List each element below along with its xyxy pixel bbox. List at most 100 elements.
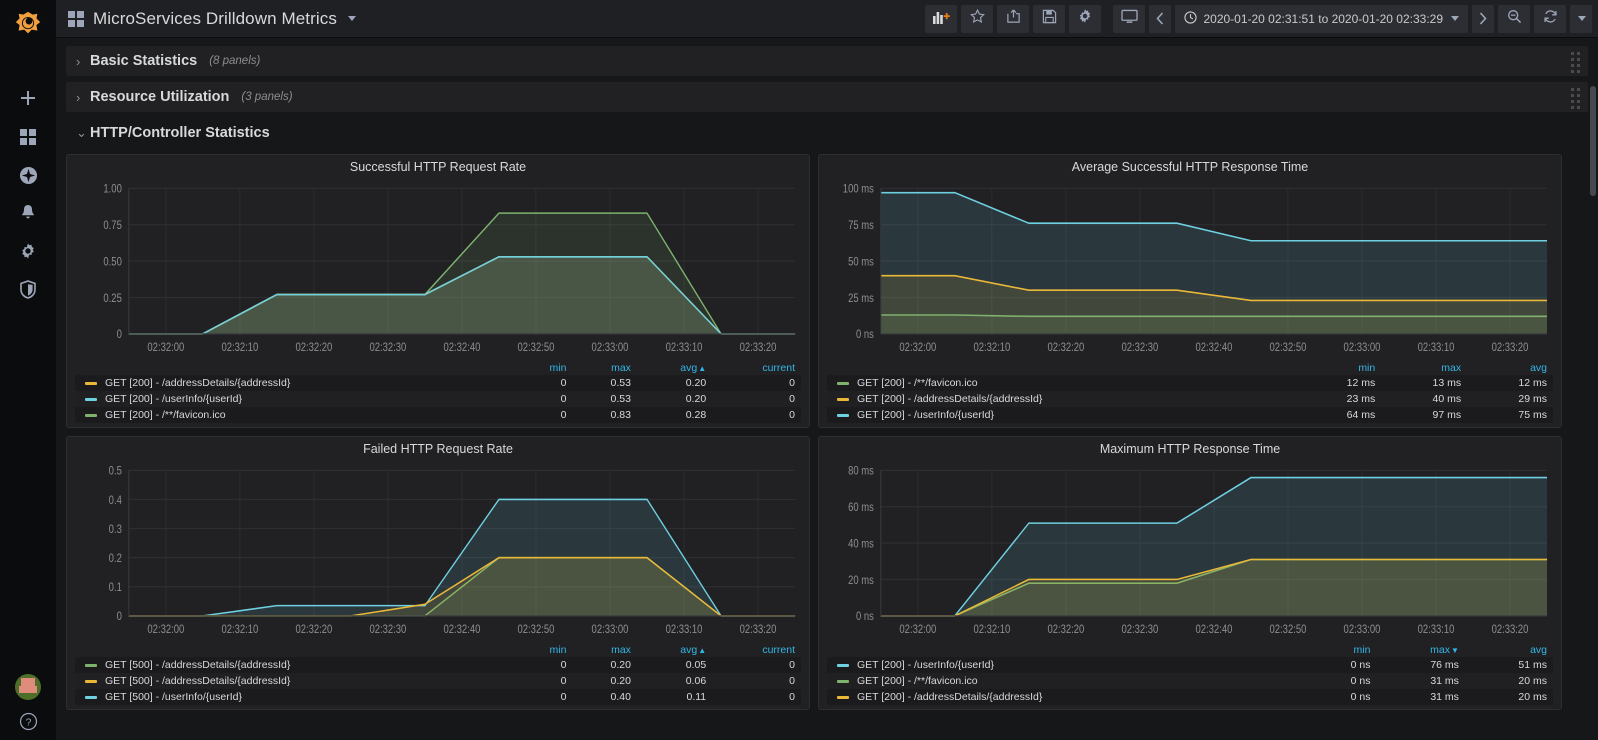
series-color-swatch[interactable]	[85, 397, 97, 401]
legend-row[interactable]: GET [500] - /userInfo/{userId} 0 0.40 0.11 0	[75, 689, 801, 705]
legend-header-avg[interactable]: avg▲	[637, 361, 712, 375]
legend-series-name[interactable]: GET [200] - /**/favicon.ico	[75, 407, 515, 423]
legend-header-min[interactable]: min	[515, 361, 572, 375]
legend-header-current[interactable]: current	[712, 643, 801, 657]
series-color-swatch[interactable]	[837, 679, 849, 683]
series-color-swatch[interactable]	[85, 381, 97, 385]
legend-header-max[interactable]: max	[1381, 361, 1467, 375]
user-avatar[interactable]	[15, 674, 41, 700]
legend-row[interactable]: GET [500] - /addressDetails/{addressId} 0…	[75, 657, 801, 673]
legend-series-name[interactable]: GET [200] - /**/favicon.ico	[827, 673, 1307, 689]
row-header-resource-utilization[interactable]: › Resource Utilization (3 panels)	[66, 82, 1588, 112]
legend-header-min[interactable]: min	[1295, 361, 1381, 375]
svg-text:02:33:20: 02:33:20	[1492, 341, 1529, 354]
sidebar-item-server-admin[interactable]	[0, 270, 56, 308]
legend-value-max: 0.20	[610, 675, 631, 687]
series-color-swatch[interactable]	[85, 695, 97, 699]
legend-series-name[interactable]: GET [500] - /addressDetails/{addressId}	[75, 657, 515, 673]
legend-header-max[interactable]: max	[572, 643, 636, 657]
series-color-swatch[interactable]	[837, 695, 849, 699]
legend-row[interactable]: GET [200] - /userInfo/{userId} 0 0.53 0.20 0	[75, 391, 801, 407]
time-range-picker[interactable]: 2020-01-20 02:31:51 to 2020-01-20 02:33:…	[1175, 4, 1468, 33]
series-color-swatch[interactable]	[837, 381, 849, 385]
legend-series-name[interactable]: GET [200] - /addressDetails/{addressId}	[827, 391, 1295, 407]
grafana-logo[interactable]	[0, 0, 56, 48]
chart-canvas[interactable]: 0 0.25 0.50 0.75 1.00 02:32:00 02:32:10 02:32:2…	[67, 176, 809, 361]
legend-header-current[interactable]: current	[712, 361, 801, 375]
series-color-swatch[interactable]	[85, 679, 97, 683]
vertical-scrollbar[interactable]	[1590, 86, 1596, 196]
legend-header-min[interactable]: min	[515, 643, 572, 657]
chevron-down-icon	[1451, 16, 1459, 21]
sidebar-item-dashboards[interactable]	[0, 118, 56, 156]
legend-series-name[interactable]: GET [200] - /userInfo/{userId}	[827, 657, 1307, 673]
kiosk-mode-button[interactable]	[1113, 4, 1146, 33]
series-color-swatch[interactable]	[837, 663, 849, 667]
sidebar-item-configuration[interactable]	[0, 232, 56, 270]
legend-row[interactable]: GET [500] - /addressDetails/{addressId} 0…	[75, 673, 801, 689]
legend-series-name[interactable]: GET [200] - /addressDetails/{addressId}	[827, 689, 1307, 705]
row-drag-handle[interactable]	[1571, 88, 1580, 109]
favorite-button[interactable]	[961, 4, 994, 33]
sidebar-item-create[interactable]	[0, 80, 56, 118]
legend-row[interactable]: GET [200] - /userInfo/{userId} 0 ns 76 ms 5…	[827, 657, 1553, 673]
refresh-button[interactable]	[1534, 4, 1566, 33]
legend-series-name[interactable]: GET [500] - /userInfo/{userId}	[75, 689, 515, 705]
legend-row[interactable]: GET [200] - /addressDetails/{addressId} 0…	[75, 375, 801, 391]
svg-text:100 ms: 100 ms	[843, 183, 874, 196]
sidebar-item-explore[interactable]	[0, 156, 56, 194]
svg-text:02:33:10: 02:33:10	[666, 623, 703, 636]
legend-row[interactable]: GET [200] - /**/favicon.ico 12 ms 13 ms 12 …	[827, 375, 1553, 391]
save-button[interactable]	[1033, 4, 1066, 33]
row-drag-handle[interactable]	[1571, 52, 1580, 73]
refresh-interval-dropdown[interactable]	[1570, 4, 1592, 33]
help-button[interactable]: ?	[0, 708, 56, 734]
toolbar: 2020-01-20 02:31:51 to 2020-01-20 02:33:…	[925, 4, 1592, 33]
chevron-right-icon: ›	[76, 89, 81, 105]
legend-series-name[interactable]: GET [200] - /userInfo/{userId}	[827, 407, 1295, 423]
chart-canvas[interactable]: 0 0.1 0.2 0.3 0.4 0.5 02:32:00 02:32:10 02:32:20…	[67, 458, 809, 643]
panel-title[interactable]: Successful HTTP Request Rate	[67, 155, 809, 176]
legend-header-avg[interactable]: avg▲	[637, 643, 712, 657]
series-color-swatch[interactable]	[85, 413, 97, 417]
legend-series-name[interactable]: GET [200] - /addressDetails/{addressId}	[75, 375, 515, 391]
add-panel-button[interactable]	[925, 4, 958, 33]
legend-row[interactable]: GET [200] - /addressDetails/{addressId} 0…	[827, 689, 1553, 705]
legend-header-max[interactable]: max▼	[1376, 643, 1464, 657]
panel-title[interactable]: Average Successful HTTP Response Time	[819, 155, 1561, 176]
chart-canvas[interactable]: 0 ns 20 ms 40 ms 60 ms 80 ms 02:32:00 02:32:10…	[819, 458, 1561, 643]
time-next-button[interactable]	[1472, 4, 1494, 33]
legend-row[interactable]: GET [200] - /**/favicon.ico 0 ns 31 ms 20 m…	[827, 673, 1553, 689]
sidebar-item-alerting[interactable]	[0, 194, 56, 232]
series-color-swatch[interactable]	[837, 413, 849, 417]
legend-header-min[interactable]: min	[1307, 643, 1376, 657]
series-color-swatch[interactable]	[837, 397, 849, 401]
legend-series-name[interactable]: GET [500] - /addressDetails/{addressId}	[75, 673, 515, 689]
legend-value-current: 0	[789, 377, 795, 389]
legend-row[interactable]: GET [200] - /addressDetails/{addressId} 2…	[827, 391, 1553, 407]
legend-value-avg: 12 ms	[1518, 377, 1547, 389]
legend-series-name[interactable]: GET [200] - /**/favicon.ico	[827, 375, 1295, 391]
legend-header-max[interactable]: max	[572, 361, 636, 375]
chevron-down-icon[interactable]	[347, 16, 356, 21]
panel-title[interactable]: Maximum HTTP Response Time	[819, 437, 1561, 458]
dashboard-settings-button[interactable]	[1069, 4, 1102, 33]
legend-value-avg: 75 ms	[1518, 409, 1547, 421]
time-prev-button[interactable]	[1149, 4, 1172, 33]
series-color-swatch[interactable]	[85, 663, 97, 667]
chart-canvas[interactable]: 0 ns 25 ms 50 ms 75 ms 100 ms 02:32:00 02:32:1…	[819, 176, 1561, 361]
row-header-basic-statistics[interactable]: › Basic Statistics (8 panels)	[66, 46, 1588, 76]
refresh-icon	[1543, 9, 1558, 29]
share-button[interactable]	[997, 4, 1030, 33]
row-header-http-controller-statistics[interactable]: ⌄ HTTP/Controller Statistics	[66, 118, 1588, 148]
legend-row[interactable]: GET [200] - /userInfo/{userId} 64 ms 97 ms…	[827, 407, 1553, 423]
legend-series-name[interactable]: GET [200] - /userInfo/{userId}	[75, 391, 515, 407]
legend-series-label: GET [200] - /addressDetails/{addressId}	[857, 393, 1043, 405]
panel-title[interactable]: Failed HTTP Request Rate	[67, 437, 809, 458]
dashboard-breadcrumb[interactable]: MicroServices Drilldown Metrics	[68, 9, 356, 29]
legend-table: min max avg▲ current GET [500] - /addressDet…	[75, 643, 801, 705]
legend-header-avg[interactable]: avg	[1467, 361, 1553, 375]
legend-header-avg[interactable]: avg	[1465, 643, 1553, 657]
zoom-out-button[interactable]	[1498, 4, 1530, 33]
legend-row[interactable]: GET [200] - /**/favicon.ico 0 0.83 0.28 0	[75, 407, 801, 423]
